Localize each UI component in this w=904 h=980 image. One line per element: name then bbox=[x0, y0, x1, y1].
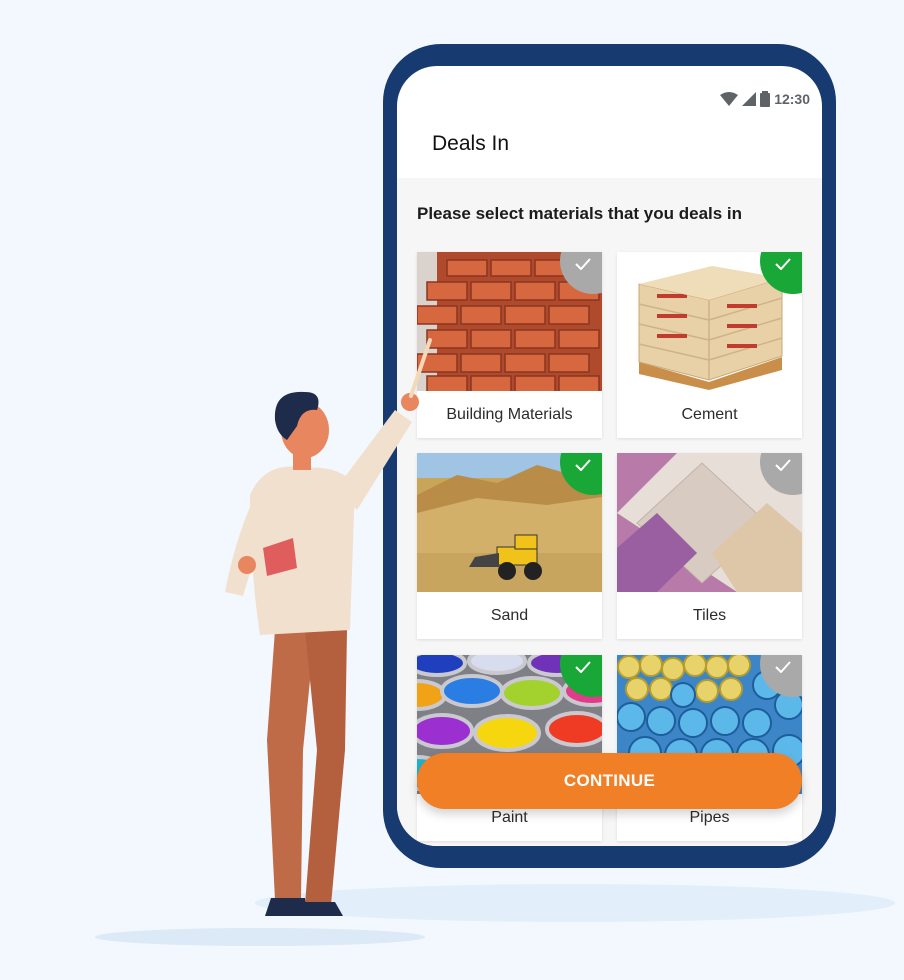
phone-frame: 12:30 Deals In Please select materials t… bbox=[383, 44, 836, 868]
material-tile-pipes[interactable]: Pipes bbox=[617, 655, 802, 841]
page-title: Deals In bbox=[432, 132, 510, 155]
wifi-icon bbox=[720, 92, 739, 106]
material-tile-building-materials[interactable]: Building Materials bbox=[417, 252, 602, 438]
material-tile-cement[interactable]: Cement bbox=[617, 252, 802, 438]
person-illustration bbox=[225, 338, 432, 916]
checkmark-icon bbox=[775, 661, 791, 673]
tile-label: Building Materials bbox=[446, 405, 573, 423]
tile-label: Sand bbox=[490, 606, 529, 624]
material-tile-paint[interactable]: Paint bbox=[417, 655, 602, 841]
tile-label: Cement bbox=[681, 405, 738, 423]
floor-shadow bbox=[95, 928, 425, 946]
checkmark-icon bbox=[575, 258, 591, 270]
checkmark-icon bbox=[575, 459, 591, 471]
material-tile-tiles[interactable]: Tiles bbox=[617, 453, 802, 639]
checkmark-icon bbox=[775, 258, 791, 270]
checkmark-icon bbox=[775, 459, 791, 471]
checkmark-icon bbox=[575, 661, 591, 673]
status-time: 12:30 bbox=[774, 91, 810, 107]
material-tile-sand[interactable]: Sand bbox=[417, 453, 602, 639]
materials-content: Please select materials that you deals i… bbox=[397, 178, 822, 846]
signal-icon bbox=[742, 92, 757, 106]
battery-icon bbox=[760, 91, 771, 107]
selection-prompt: Please select materials that you deals i… bbox=[417, 204, 743, 223]
tile-label: Tiles bbox=[692, 606, 727, 624]
app-bar: Deals In bbox=[397, 116, 822, 178]
continue-button[interactable]: CONTINUE bbox=[417, 753, 802, 809]
status-bar: 12:30 bbox=[720, 88, 810, 110]
phone-screen: 12:30 Deals In Please select materials t… bbox=[397, 66, 822, 846]
